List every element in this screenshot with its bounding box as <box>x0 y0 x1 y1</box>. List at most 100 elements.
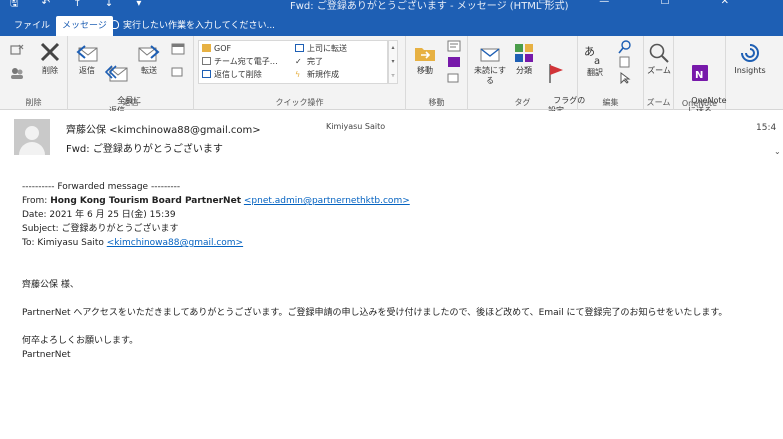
signature-line: PartnerNet <box>22 350 71 360</box>
cursor-icon <box>620 72 631 84</box>
tab-file[interactable]: ファイル <box>8 16 56 36</box>
forward-from-line: From: Hong Kong Tourism Board PartnerNet… <box>22 194 782 208</box>
forward-subject-line: Subject: ご登録ありがとうございます <box>22 224 179 234</box>
quick-step-team-email[interactable]: チーム宛て電子… <box>202 56 278 68</box>
window-title: Fwd: ご登録ありがとうございます - メッセージ (HTML 形式) <box>290 1 569 12</box>
insights-label: Insights <box>734 66 766 75</box>
more-respond-icon <box>171 67 183 77</box>
quick-access-toolbar[interactable]: 🖫 ↶ ↑ ↓ ▾ <box>10 0 151 12</box>
quick-step-gof-label: GOF <box>214 44 232 53</box>
group-label-delete: 削除 <box>25 98 42 107</box>
meeting-button[interactable] <box>168 42 188 58</box>
tab-message[interactable]: メッセージ <box>56 16 113 36</box>
actions-icon <box>447 73 459 83</box>
ribbon-group-tags: 未読にする 分類 フラグの 設定 タグ <box>468 36 585 115</box>
avatar-head-shape <box>25 126 39 140</box>
sender-address[interactable]: 齊藤公保 <kimchinowa88@gmail.com> <box>66 121 261 136</box>
lightbulb-icon <box>110 20 119 29</box>
reply-icon <box>76 45 98 62</box>
delete-x-icon <box>40 42 60 62</box>
group-label-editing: 編集 <box>602 98 619 107</box>
delete-label: 削除 <box>42 66 58 75</box>
ribbon-group-zoom: ズーム ズーム <box>644 36 674 110</box>
message-header: 齊藤公保 <kimchinowa88@gmail.com> Kimiyasu S… <box>0 111 783 171</box>
quick-step-to-manager[interactable]: 上司に転送 <box>295 43 347 55</box>
find-button[interactable] <box>614 40 636 56</box>
recipient-name[interactable]: Kimiyasu Saito <box>326 122 385 131</box>
actions-button[interactable] <box>444 72 464 86</box>
group-label-move: 移動 <box>428 98 445 107</box>
mark-unread-button[interactable]: 未読にする <box>470 42 510 86</box>
checkmark-icon: ✓ <box>295 57 302 66</box>
tell-me-box[interactable]: 実行したい作業を入力してください... <box>110 16 275 36</box>
window-controls[interactable]: ▭ — ☐ ✕ <box>539 0 753 7</box>
unread-envelope-icon <box>480 48 500 62</box>
to-label: To: Kimiyasu Saito <box>22 238 107 248</box>
translate-icon: あ a <box>584 45 600 66</box>
quick-steps-scroll[interactable]: ▴ ▾ ▿ <box>388 40 398 84</box>
reply-label: 返信 <box>79 66 95 75</box>
move-button[interactable]: 移動 <box>410 42 440 76</box>
message-body: ---------- Forwarded message --------- F… <box>22 180 782 362</box>
folder-icon <box>202 44 211 52</box>
junk-button[interactable] <box>6 66 28 82</box>
svg-text:N: N <box>695 70 703 81</box>
forward-button[interactable]: 転送 <box>134 42 164 76</box>
rules-icon <box>447 40 461 52</box>
group-label-zoom: ズーム <box>646 98 671 107</box>
mark-unread-label: 未読にする <box>473 66 507 85</box>
categorize-label: 分類 <box>516 66 532 75</box>
categorize-button[interactable]: 分類 <box>510 42 538 76</box>
forward-date-line: Date: 2021 年 6 月 25 日(金) 15:39 <box>22 210 176 220</box>
more-respond-button[interactable] <box>168 66 188 80</box>
tell-me-text: 実行したい作業を入力してください... <box>123 21 276 31</box>
insights-button[interactable]: Insights <box>728 42 772 76</box>
ribbon-group-insights: Insights <box>726 36 774 110</box>
meeting-icon <box>171 43 185 55</box>
chevron-down-icon[interactable]: ⌄ <box>774 147 781 156</box>
to-email-link[interactable]: <kimchinowa88@gmail.com> <box>107 238 243 248</box>
reply-button[interactable]: 返信 <box>72 42 102 76</box>
quick-step-reply-delete-label: 返信して削除 <box>214 70 262 79</box>
group-label-tags: タグ <box>514 98 531 107</box>
forwarded-separator: ---------- Forwarded message --------- <box>22 182 181 192</box>
translate-button[interactable]: あ a 翻訳 <box>580 42 610 78</box>
message-time: 15:4 <box>756 123 777 133</box>
sender-avatar[interactable] <box>14 119 50 155</box>
reply-all-icon <box>105 65 128 82</box>
onenote-move-button[interactable] <box>444 56 464 70</box>
quick-step-gof[interactable]: GOF <box>202 43 231 55</box>
lightning-icon: ϟ <box>295 70 301 79</box>
to-manager-icon <box>295 44 304 52</box>
ignore-button[interactable] <box>6 42 28 60</box>
svg-text:a: a <box>594 56 600 66</box>
quick-step-done[interactable]: ✓ 完了 <box>295 56 323 68</box>
onenote-small-icon <box>448 57 460 67</box>
greeting-line: 齊藤公保 様、 <box>22 280 79 290</box>
from-email-link[interactable]: <pnet.admin@partnernethktb.com> <box>244 196 410 206</box>
magnifier-icon <box>649 43 669 63</box>
insights-icon <box>741 44 759 62</box>
quick-step-create-new-label: 新規作成 <box>307 70 339 79</box>
ignore-icon <box>10 44 24 55</box>
quick-step-reply-delete[interactable]: 返信して削除 <box>202 69 262 81</box>
quick-step-create-new[interactable]: ϟ 新規作成 <box>295 69 339 81</box>
message-subject: Fwd: ご登録ありがとうございます <box>66 144 223 155</box>
select-button[interactable] <box>614 72 636 86</box>
junk-people-icon <box>11 68 23 79</box>
translate-label: 翻訳 <box>587 68 603 77</box>
avatar-body-shape <box>19 142 45 155</box>
reply-delete-icon <box>202 70 211 78</box>
zoom-button[interactable]: ズーム <box>645 42 673 76</box>
forward-icon <box>138 45 160 62</box>
from-name: Hong Kong Tourism Board PartnerNet <box>50 196 241 206</box>
zoom-label: ズーム <box>647 66 671 75</box>
quick-steps-gallery: GOF チーム宛て電子… 返信して削除 上司に転送 ✓ 完了 ϟ 新規作成 <box>198 40 388 84</box>
delete-button[interactable]: 削除 <box>36 40 64 76</box>
rules-button[interactable] <box>444 40 464 54</box>
from-label: From: <box>22 196 51 206</box>
forward-to-line: To: Kimiyasu Saito <kimchinowa88@gmail.c… <box>22 236 782 250</box>
group-label-respond: 返信 <box>122 98 139 107</box>
title-bar: 🖫 ↶ ↑ ↓ ▾ Fwd: ご登録ありがとうございます - メッセージ (HT… <box>0 0 783 12</box>
related-button[interactable] <box>614 56 636 70</box>
